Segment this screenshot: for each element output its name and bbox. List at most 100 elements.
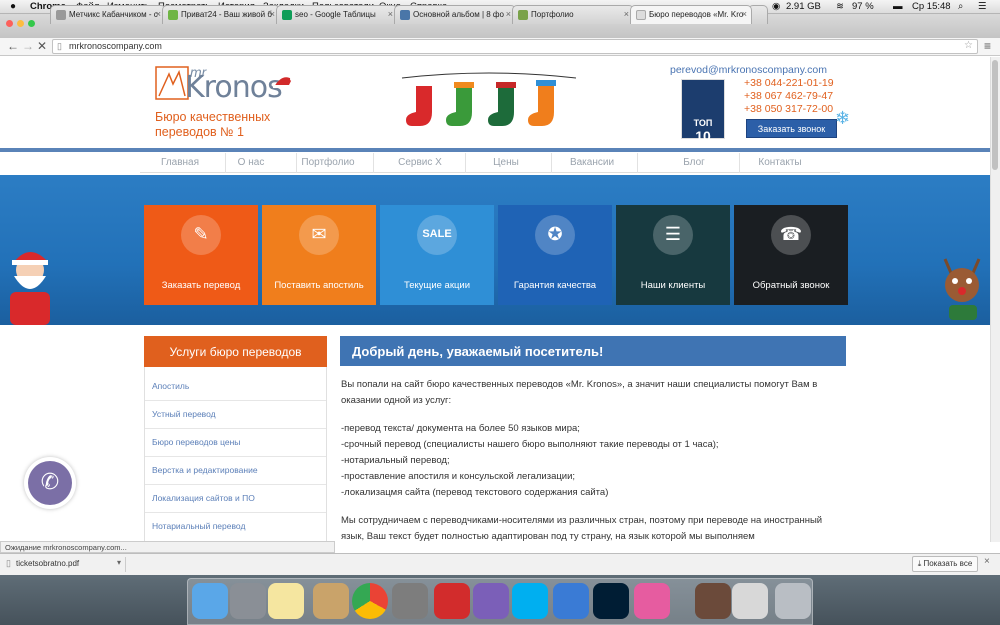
service-tile[interactable]: SALE Текущие акции [380, 205, 494, 305]
pdf-file-icon: ▯ [6, 558, 11, 568]
service-tile[interactable]: ✎ Заказать перевод [144, 205, 258, 305]
apple-menu-icon[interactable]: ● [10, 1, 16, 12]
notes-dock-icon[interactable] [268, 583, 304, 619]
phone-icon[interactable]: ✆ [28, 461, 72, 505]
system-prefs-dock-icon[interactable] [392, 583, 428, 619]
form-icon: ✎ [181, 215, 221, 255]
sidebar-divider [145, 400, 326, 401]
nav-item[interactable]: Вакансии [549, 157, 635, 168]
wifi-icon[interactable]: ≋ [836, 1, 844, 12]
service-tile[interactable]: ☰ Наши клиенты [616, 205, 730, 305]
close-window-button[interactable] [6, 20, 13, 27]
tab-favicon-icon [636, 10, 646, 20]
close-shelf-icon[interactable]: × [984, 556, 990, 567]
sidebar-divider [145, 456, 326, 457]
tab-close-icon[interactable]: × [506, 9, 511, 19]
tab-metchiks[interactable]: Метчикс Кабанчиком - с × [50, 5, 166, 24]
forward-icon[interactable]: → [22, 39, 34, 53]
sidebar-services-list: Апостиль Устный перевод Бюро переводов цен… [144, 367, 327, 542]
top10-badge[interactable]: ТОП 10 [681, 79, 725, 144]
launchpad-dock-icon[interactable] [230, 583, 266, 619]
sidebar-service-link[interactable]: Апостиль [152, 381, 189, 391]
page-icon: ▯ [57, 41, 62, 51]
nav-item[interactable]: Блог [651, 157, 737, 168]
sidebar-service-link[interactable]: Локализация сайтов и ПО [152, 493, 255, 503]
tab-privat24[interactable]: Приват24 - Ваш живой б × [162, 5, 280, 24]
service-tile[interactable]: ☎ Обратный звонок [734, 205, 848, 305]
tab-close-icon[interactable]: × [624, 9, 629, 19]
tab-label: Бюро переводов «Mr. Kro [649, 10, 744, 19]
download-filename: ticketsobratno.pdf [16, 559, 80, 568]
back-icon[interactable]: ← [7, 39, 19, 53]
snowflake-icon: ❄ [835, 108, 851, 128]
tab-favicon-icon [282, 10, 292, 20]
intro-paragraph: Вы попали на сайт бюро качественных пере… [341, 379, 818, 406]
openoffice-dock-icon[interactable] [553, 583, 589, 619]
scrollbar-thumb[interactable] [992, 60, 998, 170]
language-flag-icon[interactable]: ▬ [893, 1, 903, 12]
tab-close-icon[interactable]: × [270, 9, 275, 19]
chevron-down-icon[interactable]: ▾ [117, 558, 121, 567]
request-call-button[interactable]: Заказать звонок [746, 119, 837, 138]
skype-dock-icon[interactable] [512, 583, 548, 619]
service-bullet: -проставление апостиля и консульской лег… [341, 471, 576, 482]
nav-item[interactable]: Сервис X [377, 157, 463, 168]
nav-item[interactable]: Цены [463, 157, 549, 168]
bookmark-star-icon[interactable]: ☆ [964, 40, 973, 51]
tab-google-sheets[interactable]: seo - Google Таблицы × [276, 5, 398, 24]
logo-wordmark[interactable]: Kronos [185, 70, 283, 105]
photos-dock-icon[interactable] [695, 583, 731, 619]
tab-label: Метчикс Кабанчиком - с [69, 10, 158, 19]
phone-number[interactable]: +38 050 317-72-00 [744, 103, 833, 115]
photoshop-dock-icon[interactable] [593, 583, 629, 619]
tab-favicon-icon [400, 10, 410, 20]
welcome-heading: Добрый день, уважаемый посетитель! [340, 336, 846, 366]
kronos-logo-icon[interactable] [155, 66, 189, 100]
tab-close-icon[interactable]: × [388, 9, 393, 19]
christmas-stockings-icon [401, 72, 577, 126]
download-item[interactable]: ▯ ticketsobratno.pdf ▾ [4, 557, 126, 572]
tab-close-icon[interactable]: × [156, 9, 161, 19]
sidebar-service-link[interactable]: Верстка и редактирование [152, 465, 258, 475]
nav-item[interactable]: Контакты [737, 157, 823, 168]
phone-number[interactable]: +38 044-221-01-19 [744, 77, 834, 89]
notification-center-icon[interactable]: ☰ [978, 1, 987, 12]
chrome-menu-icon[interactable]: ≡ [984, 39, 991, 53]
stop-icon[interactable]: ✕ [37, 39, 47, 53]
sidebar-service-link[interactable]: Нотариальный перевод [152, 521, 245, 531]
finder-dock-icon[interactable] [192, 583, 228, 619]
service-tile[interactable]: ✉ Поставить апостиль [262, 205, 376, 305]
contact-email-link[interactable]: perevod@mrkronoscompany.com [670, 64, 827, 76]
badge-top-text: ТОП [693, 118, 713, 128]
show-all-downloads-button[interactable]: ⤓ Показать все [912, 556, 978, 572]
tab-album[interactable]: Основной альбом | 8 фо × [394, 5, 516, 24]
show-all-label: Показать все [923, 559, 973, 568]
service-bullet: -срочный перевод (специалисты нашего бюр… [341, 439, 719, 450]
nav-item[interactable]: Портфолио [285, 157, 371, 168]
skype-status-icon[interactable]: ◉ [772, 1, 780, 12]
chrome-dock-icon[interactable] [352, 583, 388, 619]
viber-dock-icon[interactable] [473, 583, 509, 619]
address-bar[interactable]: ▯ mrkronoscompany.com ☆ [52, 39, 978, 54]
phone-number[interactable]: +38 067 462-79-47 [744, 90, 833, 102]
spotlight-icon[interactable]: ⌕ [958, 1, 963, 12]
service-tile[interactable]: ✪ Гарантия качества [498, 205, 612, 305]
sidebar-service-link[interactable]: Бюро переводов цены [152, 437, 240, 447]
trash-dock-icon[interactable] [775, 583, 811, 619]
preview-dock-icon[interactable] [732, 583, 768, 619]
tab-portfolio[interactable]: Портфолио × [512, 5, 634, 24]
address-book-icon: ☰ [653, 215, 693, 255]
itunes-dock-icon[interactable] [634, 583, 670, 619]
menubar-clock[interactable]: Ср 15:48 [912, 1, 951, 12]
sidebar-service-link[interactable]: Устный перевод [152, 409, 216, 419]
nav-item[interactable]: О нас [208, 157, 294, 168]
mail-dock-icon[interactable] [313, 583, 349, 619]
battery-percent: 97 % [852, 1, 874, 12]
medal-icon: ✪ [535, 215, 575, 255]
minimize-window-button[interactable] [17, 20, 24, 27]
parallels-dock-icon[interactable] [434, 583, 470, 619]
browser-status-bar: Ожидание mrkronoscompany.com... [0, 541, 335, 553]
tab-close-icon[interactable]: × [742, 9, 747, 19]
zoom-window-button[interactable] [28, 20, 35, 27]
tab-mrkronos[interactable]: Бюро переводов «Mr. Kro × [630, 5, 752, 24]
